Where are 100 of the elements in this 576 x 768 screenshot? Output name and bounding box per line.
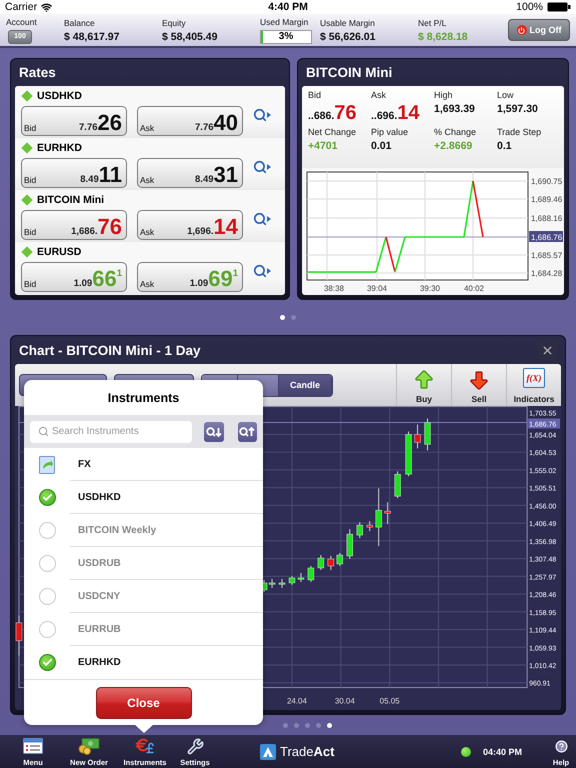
window-list-icon — [23, 738, 43, 754]
page-dot[interactable] — [291, 315, 296, 320]
carrier-name: Carrier — [5, 1, 38, 13]
stat-value: 0.1 — [497, 140, 513, 154]
axis-label: 1,689.46 — [531, 195, 562, 204]
stat-label: Ask — [371, 90, 388, 100]
candle — [298, 572, 304, 582]
axis-label: 40:02 — [464, 284, 484, 293]
page-dot[interactable] — [326, 722, 332, 728]
field-label: Net P/L — [418, 18, 448, 28]
instrument-option[interactable]: EURHKD — [70, 646, 263, 680]
brand-name: TradeAct — [280, 744, 334, 759]
quote-button[interactable]: Bid 1,686.76 — [21, 210, 127, 240]
field-label: Account — [6, 16, 38, 26]
axis-label: 30.04 — [334, 696, 355, 706]
stat-value: 1,693.39 — [434, 103, 476, 117]
page-dot[interactable] — [316, 722, 320, 728]
search-icon — [38, 426, 49, 437]
candle — [336, 552, 343, 566]
candle — [384, 502, 391, 525]
check-circle[interactable] — [38, 489, 56, 506]
currency-icon — [134, 737, 156, 755]
axis-label: 39:30 — [420, 284, 440, 293]
stat-value: +2.8669 — [434, 140, 474, 154]
instrument-option[interactable]: BITCOIN Weekly — [70, 514, 263, 548]
function-icon: f(X) — [523, 368, 545, 388]
search-field[interactable]: Search Instruments — [30, 420, 192, 443]
check-circle[interactable] — [38, 522, 56, 540]
candle — [394, 470, 401, 499]
candle — [288, 575, 296, 586]
instrument-name: USDHKD — [37, 90, 82, 102]
quote-button[interactable]: Ask 7.7640 — [137, 106, 243, 136]
quote-button[interactable]: Ask 8.4931 — [137, 158, 243, 188]
quote-button[interactable]: Bid 7.7626 — [21, 106, 127, 136]
instrument-option[interactable]: USDRUB — [70, 547, 263, 580]
zoom-icon[interactable] — [253, 264, 271, 278]
axis-label: 1,686.76 — [531, 233, 562, 242]
check-circle[interactable] — [38, 654, 56, 672]
field-label: Usable Margin — [320, 18, 376, 28]
instrument-option[interactable]: USDHKD — [70, 481, 263, 514]
page-dot[interactable] — [280, 315, 285, 320]
sort-down-button[interactable] — [204, 422, 224, 442]
page-dot[interactable] — [304, 722, 310, 728]
power-icon — [516, 25, 526, 35]
candle-tab[interactable]: Candle — [279, 374, 332, 396]
check-circle[interactable] — [38, 621, 56, 638]
magnifier-down-arrow-icon — [206, 426, 222, 437]
quote-button[interactable]: Bid 8.4911 — [21, 158, 127, 188]
sort-up-button[interactable] — [238, 422, 257, 442]
instrument-name: EURHKD — [37, 142, 82, 154]
page-dot[interactable] — [294, 722, 298, 728]
candle — [356, 522, 363, 539]
stat-label: Trade Step — [497, 127, 542, 137]
group-name: FX — [70, 448, 263, 482]
log-off-button[interactable]: Log Off — [508, 19, 570, 41]
quote-button[interactable]: Ask 1,696.14 — [137, 210, 243, 240]
candle — [375, 488, 382, 547]
tools-icon — [186, 738, 204, 754]
field-value: $ 48,617.97 — [64, 30, 120, 42]
stat-value: +4701 — [308, 140, 338, 154]
instrument-option[interactable]: EURRUB — [70, 613, 263, 646]
axis-label: 1,690.75 — [531, 177, 562, 186]
candle — [278, 578, 286, 588]
stat-label: Bid — [308, 90, 322, 100]
close-icon — [540, 344, 554, 356]
wifi-icon — [41, 2, 52, 12]
candle — [424, 418, 431, 451]
stat-label: Pip value — [371, 127, 410, 137]
instrument-option[interactable]: USDCNY — [70, 580, 263, 614]
magnifier-up-arrow-icon — [239, 426, 256, 437]
axis-label: 24.04 — [287, 696, 307, 706]
zoom-icon[interactable] — [253, 160, 271, 174]
candle — [318, 554, 324, 570]
close-button[interactable]: Close — [96, 686, 192, 719]
logo-icon — [260, 744, 276, 760]
axis-label: 05.05 — [380, 696, 400, 706]
stat-value: 0.01 — [371, 140, 392, 154]
axis-label: 1,685.57 — [531, 251, 562, 260]
help-icon — [554, 740, 568, 752]
candle — [414, 424, 421, 449]
check-circle[interactable] — [38, 588, 56, 606]
axis-label: 1,688.16 — [531, 214, 562, 223]
candle — [366, 520, 373, 532]
candle — [308, 565, 314, 582]
status-time: 4:40 PM — [268, 1, 308, 13]
zoom-icon[interactable] — [253, 108, 271, 122]
stat-value: ..696.14 — [371, 103, 421, 125]
money-icon — [78, 738, 100, 754]
field-value: $ 58,405.49 — [162, 30, 218, 42]
check-circle[interactable] — [38, 555, 56, 572]
axis-label: 1,684.28 — [531, 269, 562, 278]
candle — [405, 430, 412, 477]
candle — [328, 556, 334, 570]
field-label: Balance — [64, 18, 96, 28]
zoom-icon[interactable] — [253, 212, 271, 226]
stat-value: 1,597.30 — [497, 103, 539, 117]
instrument-name: EURUSD — [37, 246, 82, 258]
instrument-name: BITCOIN Mini — [37, 194, 104, 206]
field-value: $ 56,626.01 — [320, 30, 376, 42]
page-dot[interactable] — [282, 722, 288, 728]
